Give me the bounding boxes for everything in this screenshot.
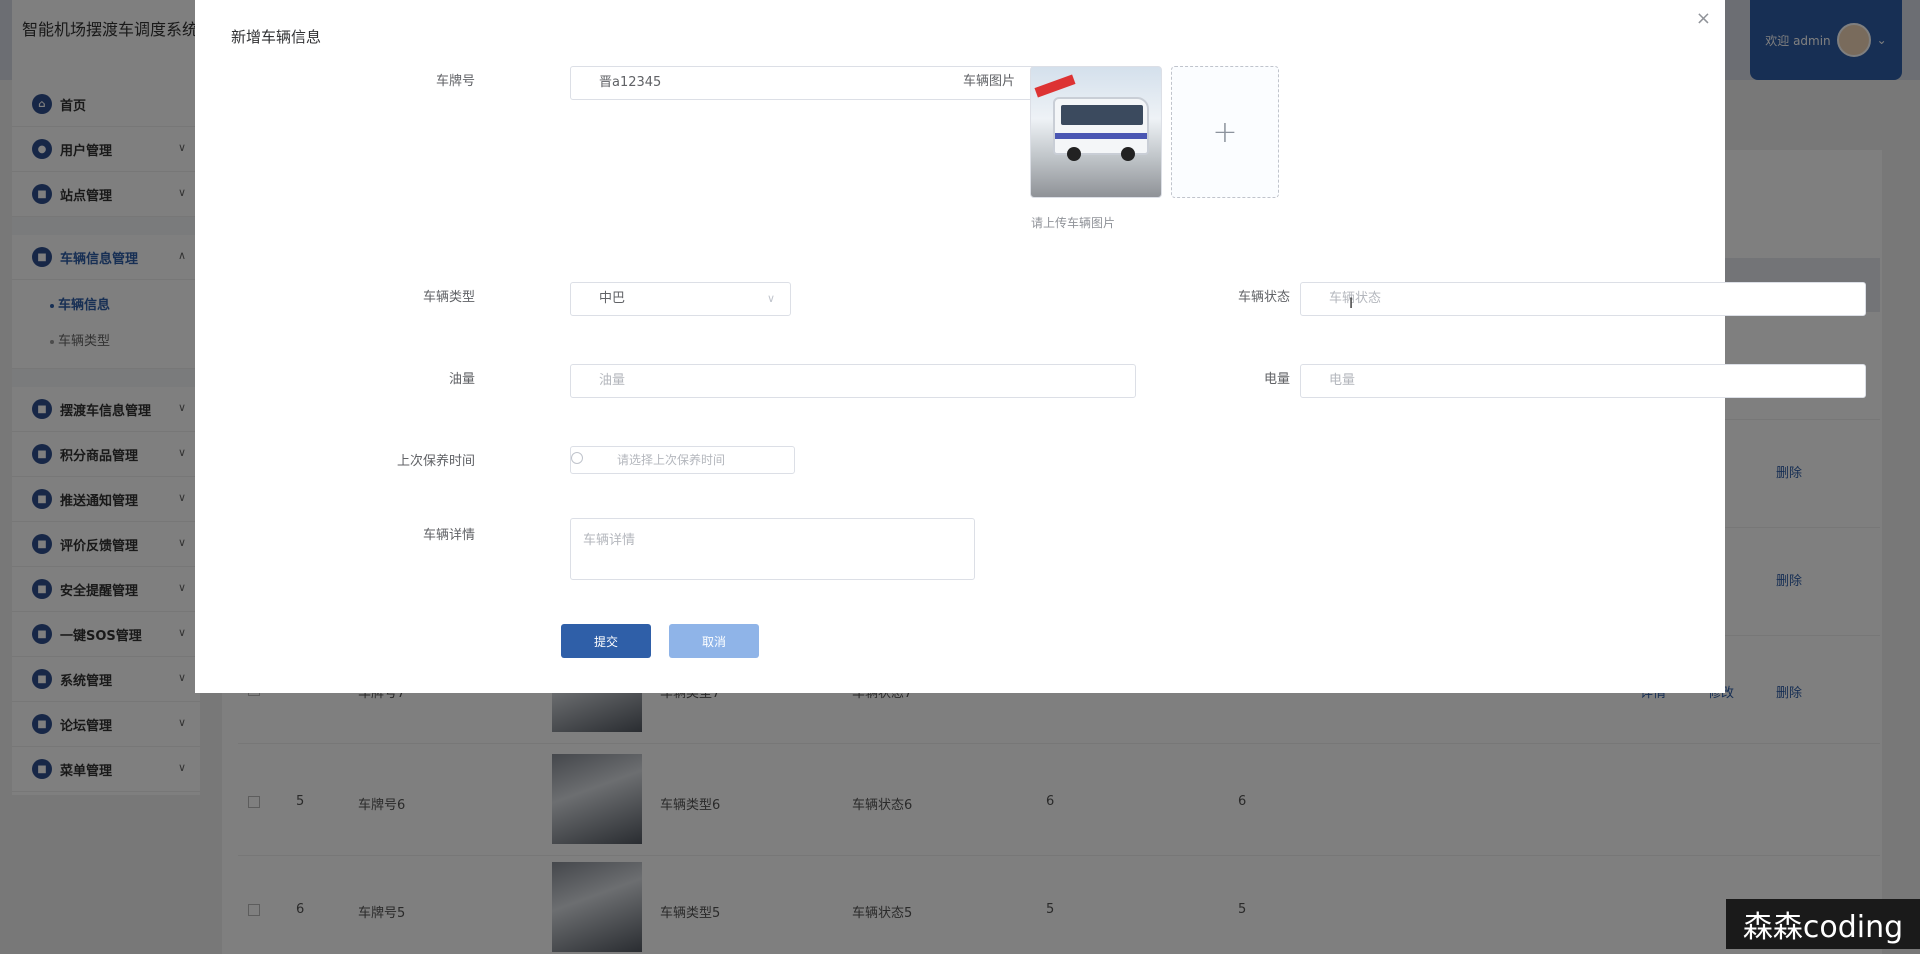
- chevron-down-icon: ∨: [767, 292, 776, 305]
- add-vehicle-dialog: 新增车辆信息 × 车牌号 晋a12345 车辆图片 + 请上传车辆图片 车辆类型…: [195, 0, 1866, 693]
- power-input[interactable]: 电量: [1300, 364, 1866, 398]
- power-label: 电量: [1263, 372, 1290, 387]
- oil-input[interactable]: 油量: [570, 364, 1136, 398]
- watermark: 森森coding: [1726, 899, 1920, 949]
- oil-label: 油量: [448, 372, 475, 387]
- vehicle-image-preview[interactable]: [1030, 66, 1162, 198]
- bus-image: [1053, 97, 1149, 161]
- type-label: 车辆类型: [422, 290, 475, 305]
- dialog-title: 新增车辆信息: [231, 28, 322, 46]
- airplane-tail-image: [1034, 74, 1076, 98]
- detail-textarea[interactable]: 车辆详情: [570, 518, 975, 580]
- plate-label: 车牌号: [435, 74, 475, 89]
- image-label: 车辆图片: [962, 74, 1015, 89]
- upload-plus-button[interactable]: +: [1171, 66, 1279, 198]
- text-cursor-icon: I: [1349, 296, 1354, 312]
- cancel-button[interactable]: 取消: [669, 624, 759, 658]
- type-select[interactable]: 中巴: [570, 282, 791, 316]
- detail-label: 车辆详情: [422, 528, 475, 543]
- clock-icon: [571, 452, 583, 464]
- upload-tip: 请上传车辆图片: [1031, 216, 1116, 230]
- maintenance-date-picker[interactable]: 请选择上次保养时间: [570, 446, 795, 474]
- status-input[interactable]: 车辆状态: [1300, 282, 1866, 316]
- maintenance-label: 上次保养时间: [396, 454, 475, 469]
- status-label: 车辆状态: [1237, 290, 1290, 305]
- close-icon[interactable]: ×: [1696, 8, 1711, 29]
- plus-icon: +: [1212, 114, 1238, 150]
- submit-button[interactable]: 提交: [561, 624, 651, 658]
